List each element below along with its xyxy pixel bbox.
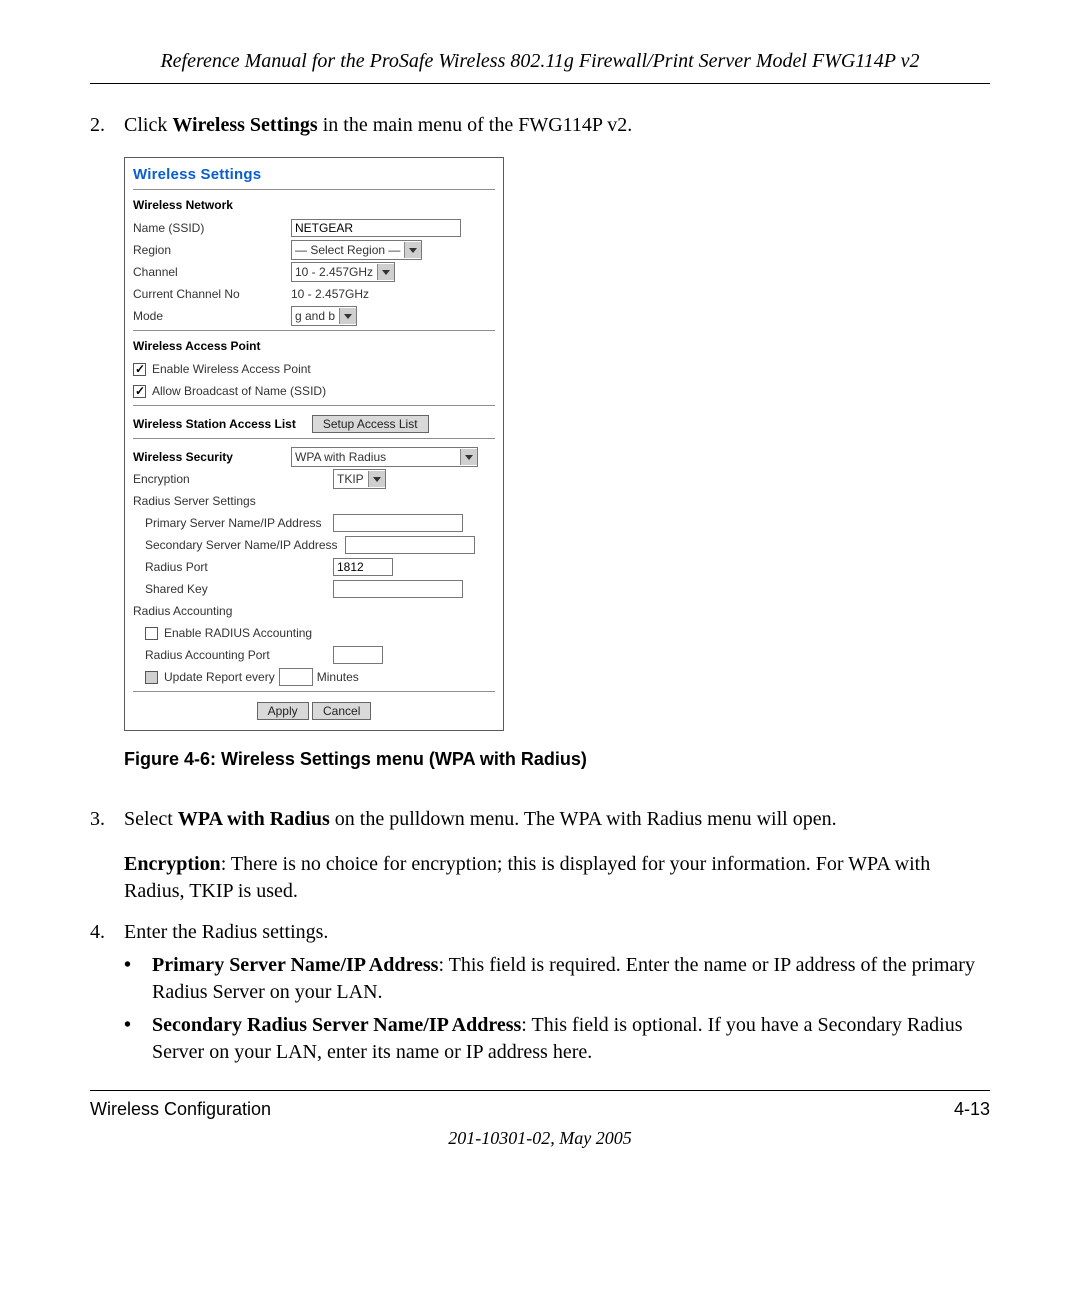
step-text: Select WPA with Radius on the pulldown m… bbox=[124, 806, 990, 833]
section-wireless-security: Wireless Security bbox=[133, 450, 291, 464]
radius-port-label: Radius Port bbox=[133, 560, 333, 574]
divider bbox=[133, 405, 495, 406]
chevron-down-icon bbox=[460, 449, 477, 465]
radius-server-settings-label: Radius Server Settings bbox=[133, 494, 256, 508]
panel-title: Wireless Settings bbox=[133, 166, 495, 183]
minutes-label: Minutes bbox=[317, 670, 359, 684]
enable-ap-label: Enable Wireless Access Point bbox=[152, 362, 311, 376]
chevron-down-icon bbox=[368, 471, 385, 487]
section-wireless-network: Wireless Network bbox=[133, 198, 495, 212]
text: in the main menu of the FWG114P v2. bbox=[318, 114, 633, 136]
paragraph: Encryption: There is no choice for encry… bbox=[124, 851, 990, 905]
text-bold: Encryption bbox=[124, 853, 221, 875]
cancel-button[interactable]: Cancel bbox=[312, 702, 371, 720]
secondary-server-label: Secondary Server Name/IP Address bbox=[133, 538, 345, 552]
radius-accounting-label: Radius Accounting bbox=[133, 604, 232, 618]
channel-select[interactable]: 10 - 2.457GHz bbox=[291, 262, 395, 282]
apply-button[interactable]: Apply bbox=[257, 702, 309, 720]
shared-key-label: Shared Key bbox=[133, 582, 333, 596]
step-2: 2. Click Wireless Settings in the main m… bbox=[90, 112, 990, 139]
primary-server-label: Primary Server Name/IP Address bbox=[133, 516, 333, 530]
region-select[interactable]: — Select Region — bbox=[291, 240, 422, 260]
text: : There is no choice for encryption; thi… bbox=[124, 853, 930, 902]
primary-server-input[interactable] bbox=[333, 514, 463, 532]
wireless-settings-panel: Wireless Settings Wireless Network Name … bbox=[124, 157, 504, 731]
text: on the pulldown menu. The WPA with Radiu… bbox=[330, 808, 837, 830]
secondary-server-input[interactable] bbox=[345, 536, 475, 554]
enable-accounting-checkbox[interactable] bbox=[145, 627, 158, 640]
step-number: 2. bbox=[90, 112, 124, 139]
step-text: Click Wireless Settings in the main menu… bbox=[124, 112, 990, 139]
accounting-port-label: Radius Accounting Port bbox=[133, 648, 333, 662]
update-report-checkbox[interactable] bbox=[145, 671, 158, 684]
ssid-label: Name (SSID) bbox=[133, 221, 291, 235]
step-3: 3. Select WPA with Radius on the pulldow… bbox=[90, 806, 990, 833]
divider bbox=[133, 330, 495, 331]
mode-select[interactable]: g and b bbox=[291, 306, 357, 326]
bullet-icon: • bbox=[124, 952, 152, 1006]
current-channel-value: 10 - 2.457GHz bbox=[291, 287, 369, 301]
radius-port-input[interactable] bbox=[333, 558, 393, 576]
check-icon: ✓ bbox=[135, 362, 145, 376]
text-bold: WPA with Radius bbox=[178, 808, 330, 830]
channel-label: Channel bbox=[133, 265, 291, 279]
step-number: 4. bbox=[90, 919, 124, 946]
page-header: Reference Manual for the ProSafe Wireles… bbox=[90, 50, 990, 83]
bullet-item: • Primary Server Name/IP Address: This f… bbox=[124, 952, 990, 1006]
accounting-port-input[interactable] bbox=[333, 646, 383, 664]
text: Click bbox=[124, 114, 172, 136]
text-bold: Primary Server Name/IP Address bbox=[152, 954, 438, 976]
region-label: Region bbox=[133, 243, 291, 257]
encryption-value: TKIP bbox=[337, 472, 364, 486]
mode-label: Mode bbox=[133, 309, 291, 323]
encryption-select[interactable]: TKIP bbox=[333, 469, 386, 489]
header-rule bbox=[90, 83, 990, 84]
enable-ap-checkbox[interactable]: ✓ bbox=[133, 363, 146, 376]
footer-center: 201-10301-02, May 2005 bbox=[90, 1128, 990, 1149]
security-value: WPA with Radius bbox=[295, 450, 386, 464]
chevron-down-icon bbox=[377, 264, 394, 280]
mode-value: g and b bbox=[295, 309, 335, 323]
step-4: 4. Enter the Radius settings. bbox=[90, 919, 990, 946]
region-value: — Select Region — bbox=[295, 243, 400, 257]
text-bold: Wireless Settings bbox=[172, 114, 317, 136]
allow-broadcast-checkbox[interactable]: ✓ bbox=[133, 385, 146, 398]
text: Select bbox=[124, 808, 178, 830]
divider bbox=[133, 691, 495, 692]
channel-value: 10 - 2.457GHz bbox=[295, 265, 373, 279]
step-text: Enter the Radius settings. bbox=[124, 919, 990, 946]
shared-key-input[interactable] bbox=[333, 580, 463, 598]
allow-broadcast-label: Allow Broadcast of Name (SSID) bbox=[152, 384, 326, 398]
chevron-down-icon bbox=[339, 308, 356, 324]
enable-accounting-label: Enable RADIUS Accounting bbox=[164, 626, 312, 640]
check-icon: ✓ bbox=[135, 384, 145, 398]
encryption-label: Encryption bbox=[133, 472, 333, 486]
bullet-item: • Secondary Radius Server Name/IP Addres… bbox=[124, 1012, 990, 1066]
step-number: 3. bbox=[90, 806, 124, 833]
footer: Wireless Configuration 4-13 bbox=[90, 1099, 990, 1120]
bullet-icon: • bbox=[124, 1012, 152, 1066]
footer-right: 4-13 bbox=[954, 1099, 990, 1120]
update-report-input[interactable] bbox=[279, 668, 313, 686]
footer-left: Wireless Configuration bbox=[90, 1099, 271, 1120]
section-wireless-ap: Wireless Access Point bbox=[133, 339, 495, 353]
ssid-input[interactable] bbox=[291, 219, 461, 237]
security-select[interactable]: WPA with Radius bbox=[291, 447, 478, 467]
footer-rule bbox=[90, 1090, 990, 1091]
setup-access-list-button[interactable]: Setup Access List bbox=[312, 415, 429, 433]
text-bold: Secondary Radius Server Name/IP Address bbox=[152, 1014, 521, 1036]
chevron-down-icon bbox=[404, 242, 421, 258]
update-report-label: Update Report every bbox=[164, 670, 275, 684]
current-channel-label: Current Channel No bbox=[133, 287, 291, 301]
divider bbox=[133, 189, 495, 190]
figure-caption: Figure 4-6: Wireless Settings menu (WPA … bbox=[124, 749, 990, 770]
divider bbox=[133, 438, 495, 439]
section-access-list: Wireless Station Access List bbox=[133, 417, 296, 431]
